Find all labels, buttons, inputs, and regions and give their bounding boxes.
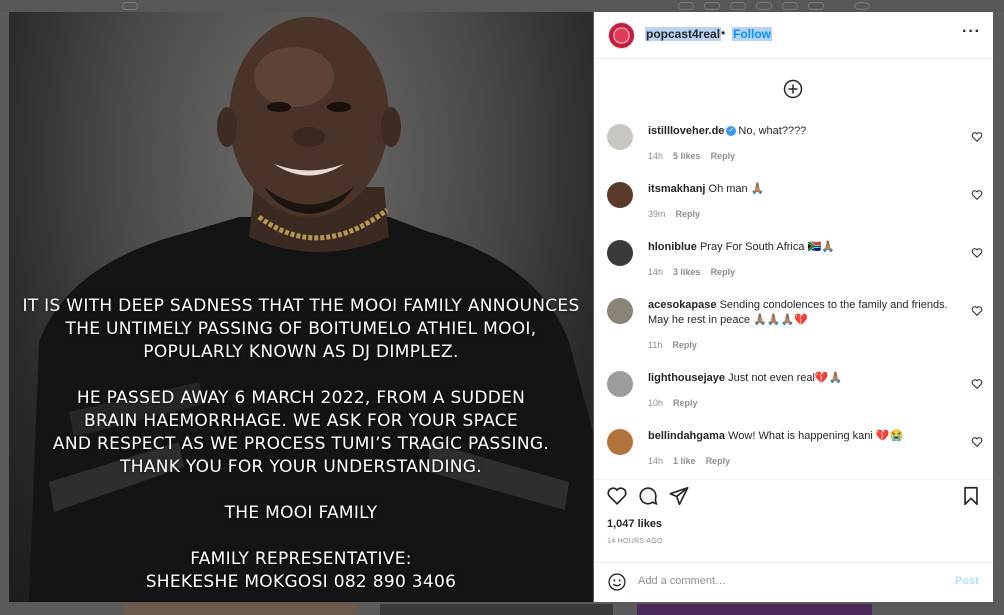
background-icon xyxy=(704,2,720,10)
background-icon xyxy=(756,2,772,10)
reply-button[interactable]: Reply xyxy=(706,456,731,466)
background-thumbnail xyxy=(124,604,358,615)
background-thumbnail xyxy=(637,604,872,615)
background-icon xyxy=(808,2,824,10)
comment-meta: 11h Reply xyxy=(648,340,707,350)
comment-meta: 10h Reply xyxy=(648,398,708,408)
comment-time: 39m xyxy=(648,209,666,219)
comment-text: Wow! What is happening kani 💔😭 xyxy=(728,430,904,442)
comment-time: 10h xyxy=(648,398,664,408)
commenter-avatar[interactable] xyxy=(607,429,633,455)
background-icon xyxy=(782,2,798,10)
post-header: popcast4real • Follow ··· xyxy=(594,12,993,59)
comment-text: Just not even real💔🙏🏽 xyxy=(728,372,843,384)
comment-time: 14h xyxy=(648,151,664,161)
commenter-username[interactable]: lighthousejaye xyxy=(648,372,725,384)
commenter-username[interactable]: istillloveher.de xyxy=(648,125,724,137)
background-thumbnail xyxy=(380,604,613,615)
comment-meta: 14h 3 likes Reply xyxy=(648,267,745,277)
announcement-line: AND RESPECT AS WE PROCESS TUMI’S TRAGIC … xyxy=(52,434,550,454)
comment-likes[interactable]: 3 likes xyxy=(673,267,701,277)
heart-icon[interactable] xyxy=(971,305,983,317)
announcement-line: BRAIN HAEMORRHAGE. WE ASK FOR YOUR SPACE xyxy=(84,411,518,431)
add-comment-input[interactable] xyxy=(638,575,928,587)
background-icon xyxy=(678,2,694,10)
commenter-username[interactable]: bellindahgama xyxy=(648,430,725,442)
heart-icon[interactable] xyxy=(971,378,983,390)
comment-text: Pray For South Africa 🇿🇦🙏🏽 xyxy=(699,241,835,253)
post-image: IT IS WITH DEEP SADNESS THAT THE MOOI FA… xyxy=(9,12,593,602)
heart-icon[interactable] xyxy=(971,189,983,201)
commenter-username[interactable]: itsmakhanj xyxy=(648,183,705,195)
likes-count[interactable]: 1,047 likes xyxy=(607,518,662,530)
comment-text: No, what???? xyxy=(738,125,807,137)
background-toolbar xyxy=(0,0,1004,12)
announcement-rep-title: FAMILY REPRESENTATIVE: xyxy=(190,549,412,569)
emoji-smile-icon[interactable] xyxy=(607,572,627,592)
reply-button[interactable]: Reply xyxy=(673,398,698,408)
post-comment-button[interactable]: Post xyxy=(955,575,979,587)
comment-likes[interactable]: 1 like xyxy=(673,456,696,466)
commenter-avatar[interactable] xyxy=(607,182,633,208)
background-icon xyxy=(122,2,138,10)
author-username[interactable]: popcast4real xyxy=(645,27,722,41)
reply-button[interactable]: Reply xyxy=(676,209,701,219)
more-options-icon[interactable]: ··· xyxy=(962,23,981,41)
share-paper-plane-icon[interactable] xyxy=(668,485,690,507)
reply-button[interactable]: Reply xyxy=(711,151,736,161)
heart-icon[interactable] xyxy=(971,436,983,448)
comment-likes[interactable]: 5 likes xyxy=(673,151,701,161)
announcement-signature: THE MOOI FAMILY xyxy=(224,503,378,523)
announcement-rep-contact: SHEKESHE MOKGOSI 082 890 3406 xyxy=(145,572,457,592)
add-circle-icon[interactable] xyxy=(783,79,803,99)
separator-dot: • xyxy=(721,26,726,40)
add-comment-bar: Post xyxy=(594,562,993,602)
announcement-line: THANK YOU FOR YOUR UNDERSTANDING. xyxy=(120,457,482,477)
announcement-line: HE PASSED AWAY 6 MARCH 2022, FROM A SUDD… xyxy=(76,388,526,408)
announcement-line: IT IS WITH DEEP SADNESS THAT THE MOOI FA… xyxy=(22,296,580,316)
commenter-avatar[interactable] xyxy=(607,240,633,266)
comment-bubble-icon[interactable] xyxy=(637,485,659,507)
background-avatar xyxy=(854,2,870,10)
comment-text: Oh man 🙏🏽 xyxy=(708,183,765,195)
commenter-avatar[interactable] xyxy=(607,371,633,397)
heart-icon[interactable] xyxy=(971,131,983,143)
post-actions xyxy=(594,479,993,539)
comment-time: 11h xyxy=(648,340,663,350)
save-bookmark-icon[interactable] xyxy=(960,485,982,507)
verified-badge-icon: ✓ xyxy=(726,126,737,137)
announcement-line: POPULARLY KNOWN AS DJ DIMPLEZ. xyxy=(143,342,459,362)
comment-meta: 39m Reply xyxy=(648,209,710,219)
announcement-line: THE UNTIMELY PASSING OF BOITUMELO ATHIEL… xyxy=(65,319,537,339)
commenter-avatar[interactable] xyxy=(607,124,633,150)
comment-meta: 14h 1 like Reply xyxy=(648,456,740,466)
reply-button[interactable]: Reply xyxy=(711,267,736,277)
comment-time: 14h xyxy=(648,267,664,277)
comment-meta: 14h 5 likes Reply xyxy=(648,151,745,161)
like-heart-icon[interactable] xyxy=(606,485,628,507)
commenter-username[interactable]: hlonibluе xyxy=(648,241,697,253)
reply-button[interactable]: Reply xyxy=(672,340,697,350)
follow-button[interactable]: Follow xyxy=(732,27,772,41)
post-timestamp: 14 HOURS AGO xyxy=(607,538,663,545)
comment-time: 14h xyxy=(648,456,664,466)
post-side-panel: popcast4real • Follow ··· istillloveher.… xyxy=(594,12,993,602)
commenter-avatar[interactable] xyxy=(607,298,633,324)
background-icon xyxy=(730,2,746,10)
author-avatar[interactable] xyxy=(608,22,635,49)
announcement-text: IT IS WITH DEEP SADNESS THAT THE MOOI FA… xyxy=(9,295,593,594)
commenter-username[interactable]: acesokapase xyxy=(648,299,717,311)
heart-icon[interactable] xyxy=(971,247,983,259)
